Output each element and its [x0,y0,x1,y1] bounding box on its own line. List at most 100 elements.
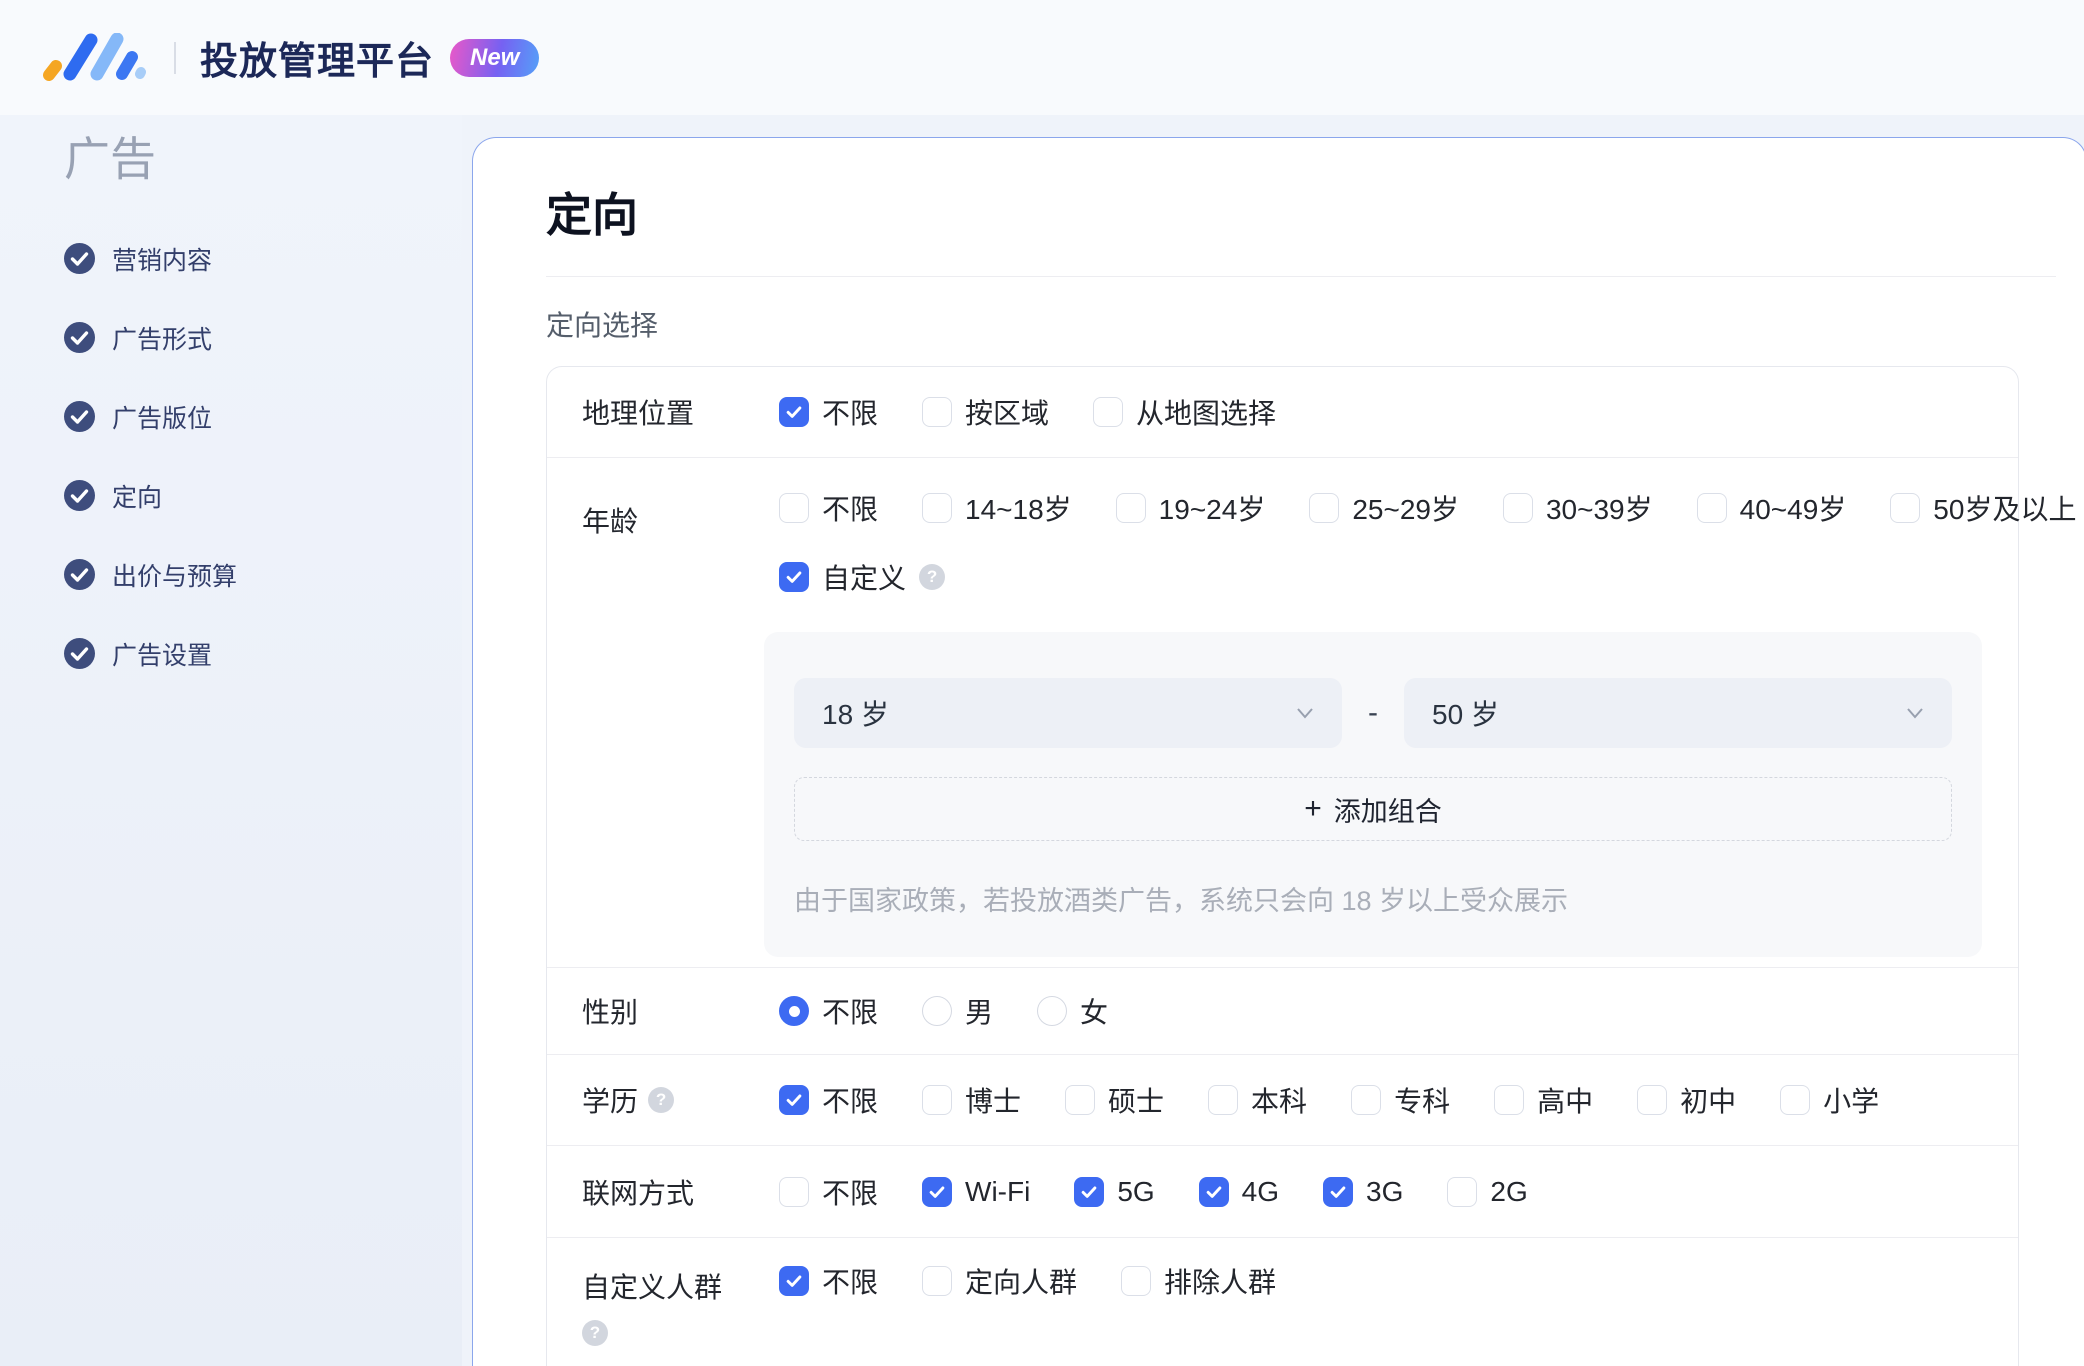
checkbox-option[interactable]: 50岁及以上 [1890,488,2076,528]
checkbox-unchecked[interactable] [1890,493,1921,524]
checkbox-unchecked[interactable] [1502,493,1533,524]
checkbox-checked[interactable] [1198,1176,1229,1207]
checkbox-unchecked[interactable] [922,1085,953,1116]
checkbox-option[interactable]: 40~49岁 [1696,488,1846,528]
checkbox-unchecked[interactable] [1115,493,1146,524]
checkbox-unchecked[interactable] [1494,1085,1525,1116]
checkbox-option[interactable]: 不限 [779,1261,878,1301]
checkbox-unchecked[interactable] [1065,1085,1096,1116]
age-custom-panel: 18 岁 - 50 岁 + 添加组合 由于国家政策，若投放酒类广告，系统只会向 … [764,632,1982,958]
option-label: 2G [1490,1175,1528,1207]
radio-option[interactable]: 男 [922,991,993,1031]
checkbox-unchecked[interactable] [1696,493,1727,524]
checkbox-checked[interactable] [1074,1176,1105,1207]
help-icon[interactable]: ? [648,1087,675,1114]
title-divider [546,276,2056,278]
add-combination-button[interactable]: + 添加组合 [794,777,1952,842]
radio-option[interactable]: 不限 [779,991,878,1031]
checkbox-option[interactable]: 小学 [1780,1080,1879,1120]
checkbox-option[interactable]: 不限 [779,1172,878,1212]
option-label: 30~39岁 [1545,494,1653,526]
radio-unchecked[interactable] [922,996,953,1027]
row-age: 年龄 不限 14~18岁 19~24岁 25~29岁 30~39岁 40~49岁 50岁及以… [547,457,2076,967]
checkbox-option[interactable]: 2G [1447,1175,1528,1208]
checkbox-option[interactable]: 专科 [1351,1080,1450,1120]
gender-options: 不限 男 女 [779,991,1108,1031]
radio-unchecked[interactable] [1037,996,1068,1027]
radio-dot [788,1005,800,1017]
checkbox-checked[interactable] [779,1266,809,1297]
checkbox-option[interactable]: 按区域 [922,392,1049,432]
checkbox-option[interactable]: 不限 [779,1080,878,1120]
checkbox-unchecked[interactable] [922,1266,953,1297]
sidebar-heading: 广告 [64,133,156,185]
step-done-icon [64,401,95,432]
check-icon [786,406,802,419]
checkbox-unchecked[interactable] [1447,1176,1478,1207]
checkbox-option[interactable]: 4G [1198,1176,1279,1208]
app-title: 投放管理平台 [200,41,435,83]
checkbox-unchecked[interactable] [1309,493,1340,524]
age-from-select[interactable]: 18 岁 [794,678,1342,749]
age-to-value: 50 岁 [1432,699,1499,731]
sidebar-item-3[interactable]: 定向 [64,456,462,535]
sidebar-item-5[interactable]: 广告设置 [64,614,462,693]
checkbox-option[interactable]: 19~24岁 [1115,488,1265,528]
checkbox-option[interactable]: 30~39岁 [1502,488,1653,528]
radio-checked[interactable] [779,996,809,1027]
checkbox-unchecked[interactable] [922,397,953,428]
check-icon [786,571,802,584]
help-icon[interactable]: ? [582,1320,608,1347]
checkbox-option[interactable]: 博士 [922,1080,1021,1120]
checkbox-option[interactable]: 高中 [1494,1080,1593,1120]
checkbox-checked[interactable] [1323,1176,1354,1207]
option-label: 从地图选择 [1136,398,1277,430]
checkbox-option[interactable]: 5G [1074,1176,1155,1208]
checkbox-option[interactable]: 3G [1323,1176,1403,1208]
plus-icon: + [1304,792,1322,826]
sidebar-item-1[interactable]: 广告形式 [64,298,462,377]
age-to-select[interactable]: 50 岁 [1404,678,1952,749]
checkbox-checked[interactable] [922,1176,953,1207]
option-label: 初中 [1680,1086,1737,1118]
sidebar-item-2[interactable]: 广告版位 [64,377,462,456]
checkbox-checked[interactable] [779,397,809,428]
checkbox-checked[interactable] [779,1085,809,1116]
step-done-icon [64,559,95,590]
checkbox-unchecked[interactable] [1093,397,1124,428]
option-label: 不限 [822,1267,879,1299]
checkbox-unchecked[interactable] [922,493,953,524]
checkbox-unchecked[interactable] [1637,1085,1668,1116]
checkbox-option[interactable]: Wi-Fi [922,1176,1030,1208]
checkbox-option[interactable]: 从地图选择 [1093,392,1276,432]
checkbox-option[interactable]: 14~18岁 [922,488,1072,528]
checkbox-option[interactable]: 25~29岁 [1309,488,1459,528]
chevron-down-icon [1297,708,1313,719]
checkbox-option[interactable]: 排除人群 [1121,1261,1276,1301]
checkbox-option[interactable]: 不限 [779,488,878,528]
sidebar-item-label: 营销内容 [112,246,213,275]
option-label: 排除人群 [1164,1267,1277,1299]
sidebar-item-0[interactable]: 营销内容 [64,219,462,298]
check-icon [1206,1186,1222,1198]
checkbox-option[interactable]: 硕士 [1065,1080,1164,1120]
checkbox-unchecked[interactable] [1121,1266,1152,1297]
checkbox-unchecked[interactable] [779,493,809,524]
checkbox-option[interactable]: 不限 [779,392,878,432]
check-icon [1330,1186,1346,1198]
checkbox-option[interactable]: 自定义? [779,557,946,597]
checkbox-checked[interactable] [779,562,809,593]
checkbox-unchecked[interactable] [1351,1085,1382,1116]
sidebar-item-label: 广告设置 [112,641,213,670]
radio-option[interactable]: 女 [1037,991,1108,1031]
checkbox-option[interactable]: 定向人群 [922,1261,1077,1301]
checkbox-unchecked[interactable] [1208,1085,1239,1116]
checkbox-unchecked[interactable] [779,1176,809,1207]
checkbox-option[interactable]: 本科 [1208,1080,1307,1120]
checkbox-option[interactable]: 初中 [1637,1080,1736,1120]
help-icon[interactable]: ? [919,564,946,591]
option-label: 高中 [1537,1086,1594,1118]
checkbox-unchecked[interactable] [1780,1085,1811,1116]
option-label: 自定义 [822,563,907,595]
sidebar-item-4[interactable]: 出价与预算 [64,535,462,614]
